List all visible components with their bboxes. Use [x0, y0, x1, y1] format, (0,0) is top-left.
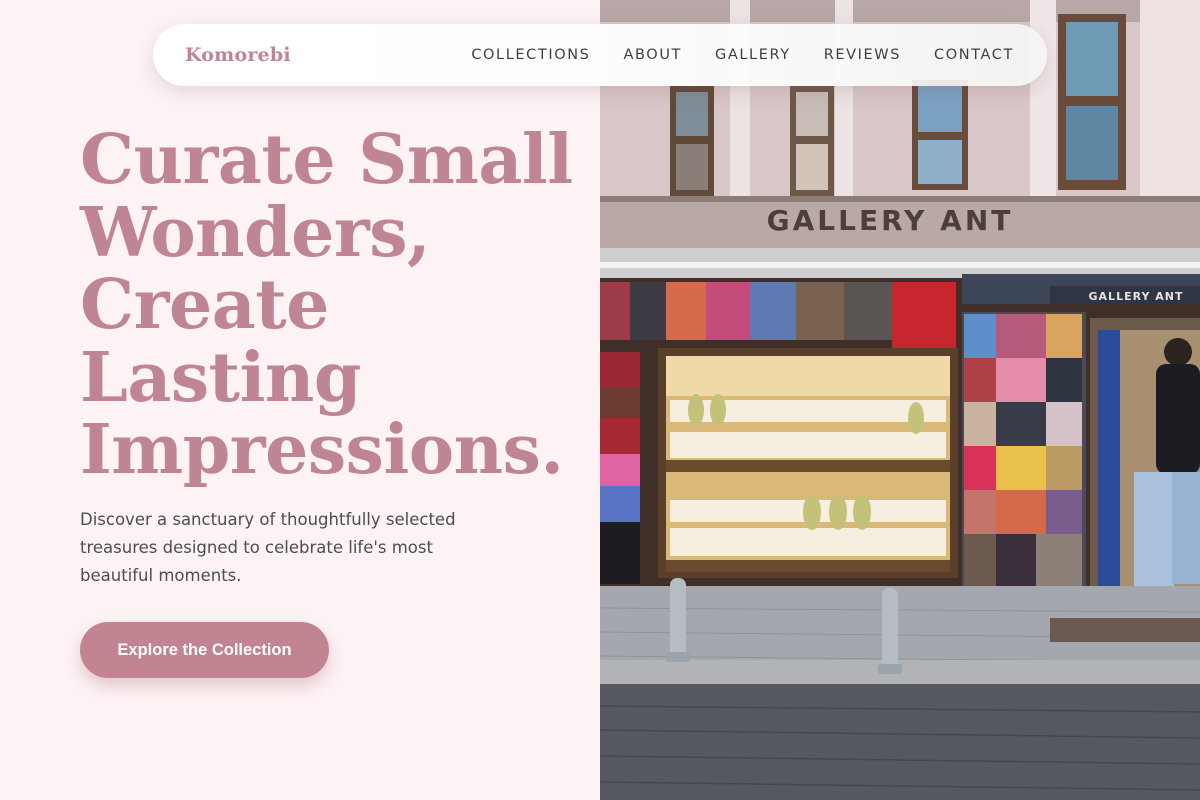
hero-subtext: Discover a sanctuary of thoughtfully sel…: [80, 510, 456, 585]
hero-headline: Curate Small Wonders, Create Lasting Imp…: [80, 124, 580, 487]
brand-logo[interactable]: Komorebi: [185, 44, 291, 66]
headline-line: Curate Small: [80, 120, 573, 200]
storefront-photo: GALLERY ANT GALLERY ANT: [600, 0, 1200, 800]
headline-line: Wonders,: [80, 192, 431, 273]
explore-collection-button[interactable]: Explore the Collection: [80, 622, 329, 678]
nav-link-collections[interactable]: COLLECTIONS: [471, 47, 590, 63]
shop-sign: GALLERY ANT: [767, 204, 1014, 237]
top-navbar: Komorebi COLLECTIONS ABOUT GALLERY REVIE…: [153, 24, 1047, 86]
nav-link-contact[interactable]: CONTACT: [934, 47, 1014, 63]
nav-link-about[interactable]: ABOUT: [624, 47, 683, 63]
headline-line: Lasting: [80, 337, 361, 418]
headline-line: Create: [80, 265, 329, 345]
headline-line: Impressions.: [80, 410, 564, 490]
nav-link-reviews[interactable]: REVIEWS: [824, 47, 901, 63]
nav-menu: COLLECTIONS ABOUT GALLERY REVIEWS CONTAC…: [471, 24, 1014, 86]
nav-link-gallery[interactable]: GALLERY: [715, 47, 791, 63]
shop-small-sign: GALLERY ANT: [1089, 290, 1184, 303]
hero-photo: GALLERY ANT GALLERY ANT: [600, 0, 1200, 800]
